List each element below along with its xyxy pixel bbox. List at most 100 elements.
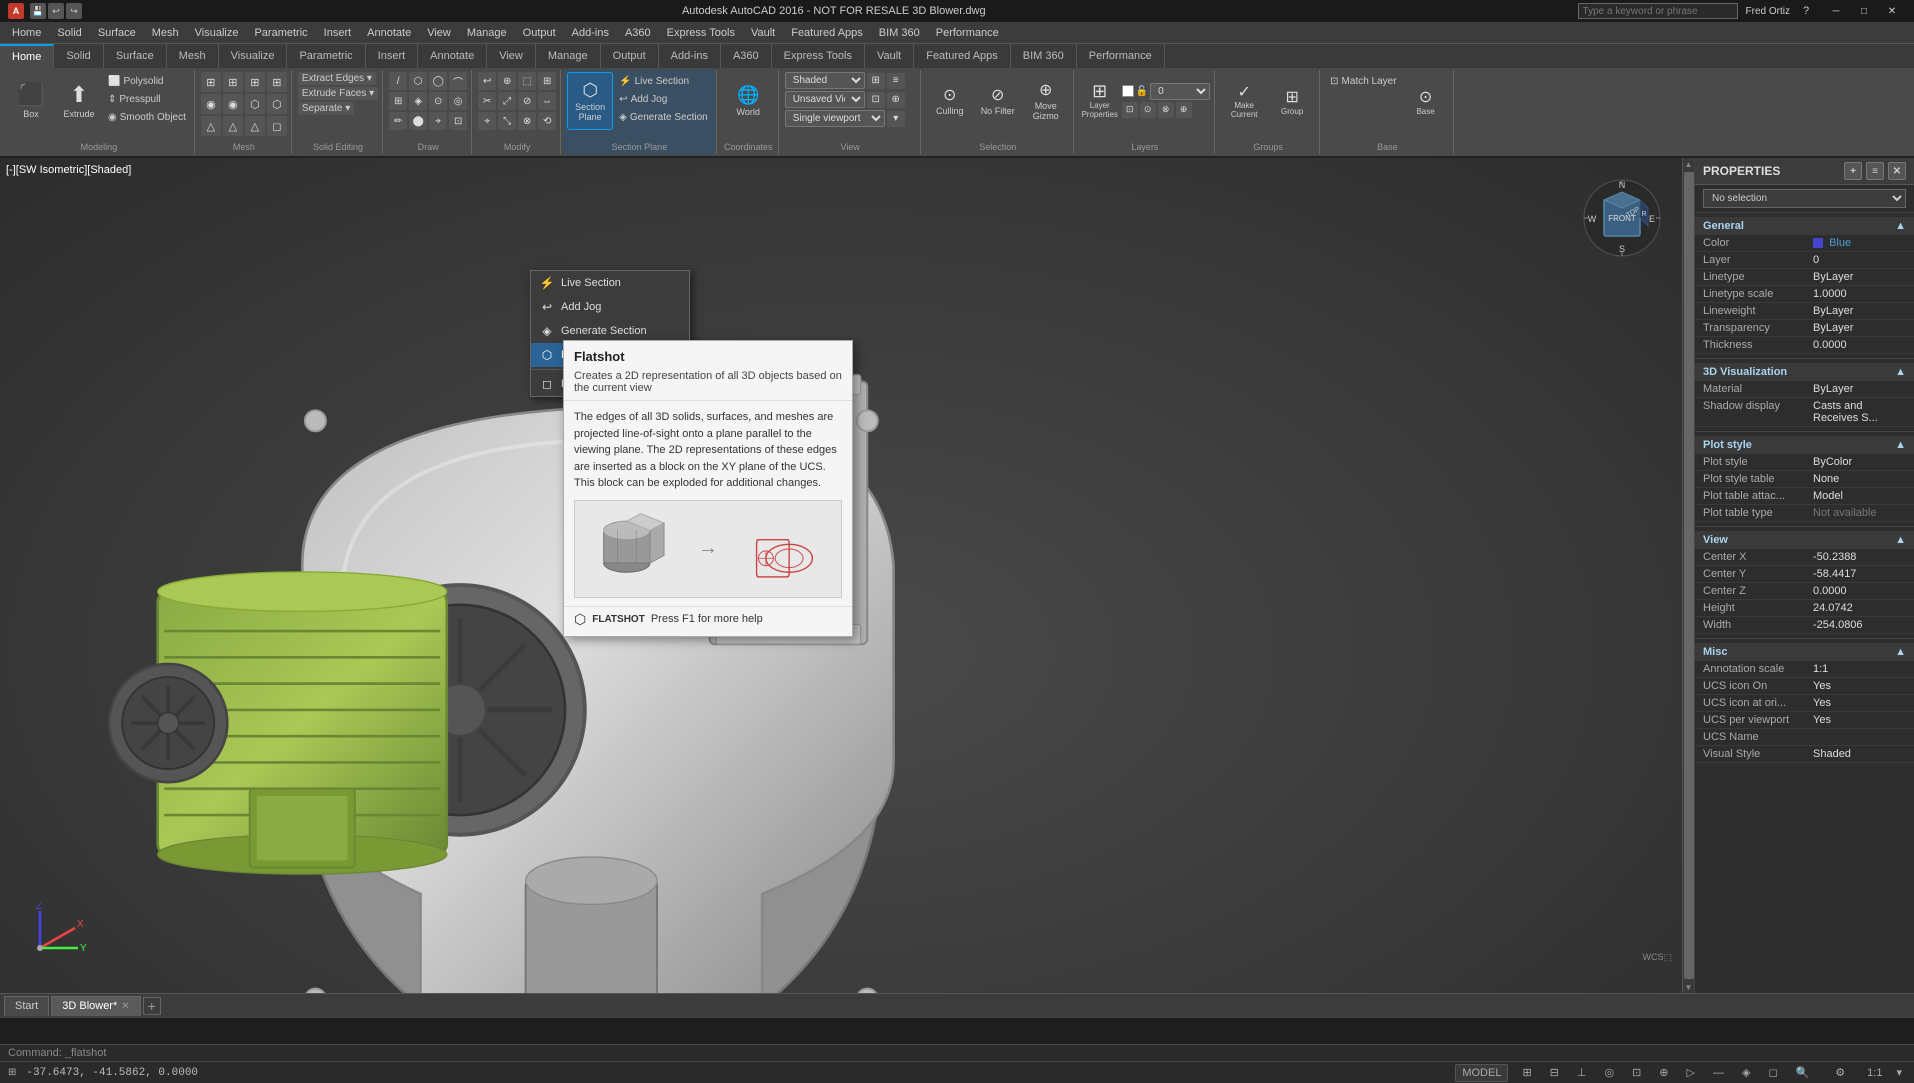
- modify-btn-11[interactable]: ⊗: [518, 112, 536, 130]
- menu-annotate[interactable]: Annotate: [359, 22, 419, 44]
- draw-btn-4[interactable]: ⌒: [449, 72, 467, 90]
- menu-manage[interactable]: Manage: [459, 22, 515, 44]
- view-btn-4[interactable]: ⊕: [887, 92, 905, 108]
- layer-btn-4[interactable]: ⊕: [1176, 102, 1192, 118]
- mesh-btn-3[interactable]: ⊞: [245, 72, 265, 92]
- move-gizmo-button[interactable]: ⊕ Move Gizmo: [1023, 72, 1069, 130]
- tab-view[interactable]: View: [487, 44, 536, 68]
- unsaved-view-dropdown[interactable]: Unsaved View: [785, 91, 865, 108]
- lweight-btn[interactable]: —: [1709, 1064, 1728, 1082]
- polar-btn[interactable]: ◎: [1600, 1064, 1618, 1082]
- polysolid-button[interactable]: ⬜ Polysolid: [104, 72, 190, 90]
- quick-access-undo[interactable]: ↩: [48, 3, 64, 19]
- add-jog-item[interactable]: ↩ Add Jog: [531, 295, 689, 319]
- scroll-thumb[interactable]: [1684, 172, 1694, 979]
- draw-btn-12[interactable]: ⊡: [449, 112, 467, 130]
- box-button[interactable]: ⬛ Box: [8, 72, 54, 130]
- tab-visualize[interactable]: Visualize: [219, 44, 288, 68]
- tab-a360[interactable]: A360: [721, 44, 772, 68]
- menu-bim360[interactable]: BIM 360: [871, 22, 928, 44]
- scroll-up-arrow[interactable]: ▲: [1683, 158, 1695, 170]
- prop-section-misc-header[interactable]: Misc ▲: [1695, 643, 1914, 661]
- draw-btn-11[interactable]: ⌖: [429, 112, 447, 130]
- mesh-btn-12[interactable]: ◻: [267, 116, 287, 136]
- extrude-button[interactable]: ⬆ Extrude: [56, 72, 102, 130]
- presspull-button[interactable]: ⇕ Presspull: [104, 90, 190, 108]
- live-section-item[interactable]: ⚡ Live Section: [531, 271, 689, 295]
- modify-btn-10[interactable]: ⤡: [498, 112, 516, 130]
- menu-surface[interactable]: Surface: [90, 22, 144, 44]
- tab-3dblower[interactable]: 3D Blower* ✕: [51, 996, 140, 1016]
- osnap-btn[interactable]: ⊡: [1628, 1064, 1645, 1082]
- prop-section-plotstyle-header[interactable]: Plot style ▲: [1695, 436, 1914, 454]
- tab-insert[interactable]: Insert: [366, 44, 419, 68]
- menu-view[interactable]: View: [419, 22, 459, 44]
- mesh-btn-9[interactable]: △: [201, 116, 221, 136]
- viewport-dropdown[interactable]: Single viewport: [785, 110, 885, 127]
- generate-section-button[interactable]: ◈ Generate Section: [615, 108, 712, 126]
- mesh-btn-1[interactable]: ⊞: [201, 72, 221, 92]
- tpmode-btn[interactable]: ◈: [1738, 1064, 1754, 1082]
- extract-edges-btn[interactable]: Extract Edges ▾: [298, 72, 376, 85]
- culling-button[interactable]: ⊙ Culling: [927, 72, 973, 130]
- minimize-btn[interactable]: ─: [1822, 0, 1850, 22]
- modify-btn-8[interactable]: ⇔: [538, 92, 556, 110]
- draw-btn-3[interactable]: ◯: [429, 72, 447, 90]
- menu-parametric[interactable]: Parametric: [246, 22, 315, 44]
- help-btn[interactable]: ?: [1798, 3, 1814, 19]
- world-button[interactable]: 🌐 World: [725, 72, 771, 130]
- view-btn-3[interactable]: ⊡: [867, 92, 885, 108]
- match-layer-button[interactable]: ⊡ Match Layer: [1326, 72, 1400, 90]
- draw-btn-5[interactable]: ⊞: [389, 92, 407, 110]
- modify-btn-7[interactable]: ⊘: [518, 92, 536, 110]
- properties-selection-dropdown[interactable]: No selection: [1703, 189, 1906, 208]
- shaded-dropdown[interactable]: Shaded: [785, 72, 865, 89]
- mesh-btn-11[interactable]: △: [245, 116, 265, 136]
- tab-home[interactable]: Home: [0, 44, 54, 68]
- draw-btn-1[interactable]: /: [389, 72, 407, 90]
- quick-access-save[interactable]: 💾: [30, 3, 46, 19]
- menu-insert[interactable]: Insert: [316, 22, 360, 44]
- tab-parametric[interactable]: Parametric: [287, 44, 365, 68]
- draw-btn-6[interactable]: ◈: [409, 92, 427, 110]
- base-button[interactable]: ⊙ Base: [1403, 72, 1449, 130]
- draw-btn-8[interactable]: ◎: [449, 92, 467, 110]
- group-button[interactable]: ⊞ Group: [1269, 72, 1315, 130]
- menu-expresstools[interactable]: Express Tools: [659, 22, 743, 44]
- tab-surface[interactable]: Surface: [104, 44, 167, 68]
- tab-bim360[interactable]: BIM 360: [1011, 44, 1077, 68]
- prop-section-view-header[interactable]: View ▲: [1695, 531, 1914, 549]
- menu-performance[interactable]: Performance: [928, 22, 1007, 44]
- restore-btn[interactable]: □: [1850, 0, 1878, 22]
- extrude-faces-btn[interactable]: Extrude Faces ▾: [298, 87, 378, 100]
- draw-btn-9[interactable]: ✏: [389, 112, 407, 130]
- draw-btn-2[interactable]: ⬡: [409, 72, 427, 90]
- search-input[interactable]: [1578, 3, 1738, 19]
- tab-close-btn[interactable]: ✕: [121, 1001, 129, 1012]
- draw-btn-7[interactable]: ⊙: [429, 92, 447, 110]
- tab-solid[interactable]: Solid: [54, 44, 103, 68]
- ortho-btn[interactable]: ⊥: [1573, 1064, 1591, 1082]
- close-btn[interactable]: ✕: [1878, 0, 1906, 22]
- layer-btn-3[interactable]: ⊗: [1158, 102, 1174, 118]
- tab-output[interactable]: Output: [601, 44, 659, 68]
- qprops-btn[interactable]: ◻: [1764, 1064, 1781, 1082]
- layer-dropdown[interactable]: 0: [1150, 83, 1210, 100]
- menu-featuredapps[interactable]: Featured Apps: [783, 22, 871, 44]
- mesh-btn-5[interactable]: ◉: [201, 94, 221, 114]
- modify-btn-12[interactable]: ⟲: [538, 112, 556, 130]
- menu-visualize[interactable]: Visualize: [187, 22, 247, 44]
- tab-addins[interactable]: Add-ins: [659, 44, 721, 68]
- snap-mode-btn[interactable]: ⊞: [1518, 1064, 1535, 1082]
- right-scrollbar[interactable]: ▲ ▼: [1682, 158, 1694, 993]
- tab-expresstools[interactable]: Express Tools: [772, 44, 865, 68]
- tab-mesh[interactable]: Mesh: [167, 44, 219, 68]
- separate-btn[interactable]: Separate ▾: [298, 102, 354, 115]
- quick-access-redo[interactable]: ↪: [66, 3, 82, 19]
- command-input[interactable]: [110, 1047, 1906, 1059]
- menu-home[interactable]: Home: [4, 22, 49, 44]
- modify-btn-1[interactable]: ↩: [478, 72, 496, 90]
- tab-featuredapps[interactable]: Featured Apps: [914, 44, 1011, 68]
- section-plane-button[interactable]: ⬡ Section Plane: [567, 72, 613, 130]
- tab-performance[interactable]: Performance: [1077, 44, 1165, 68]
